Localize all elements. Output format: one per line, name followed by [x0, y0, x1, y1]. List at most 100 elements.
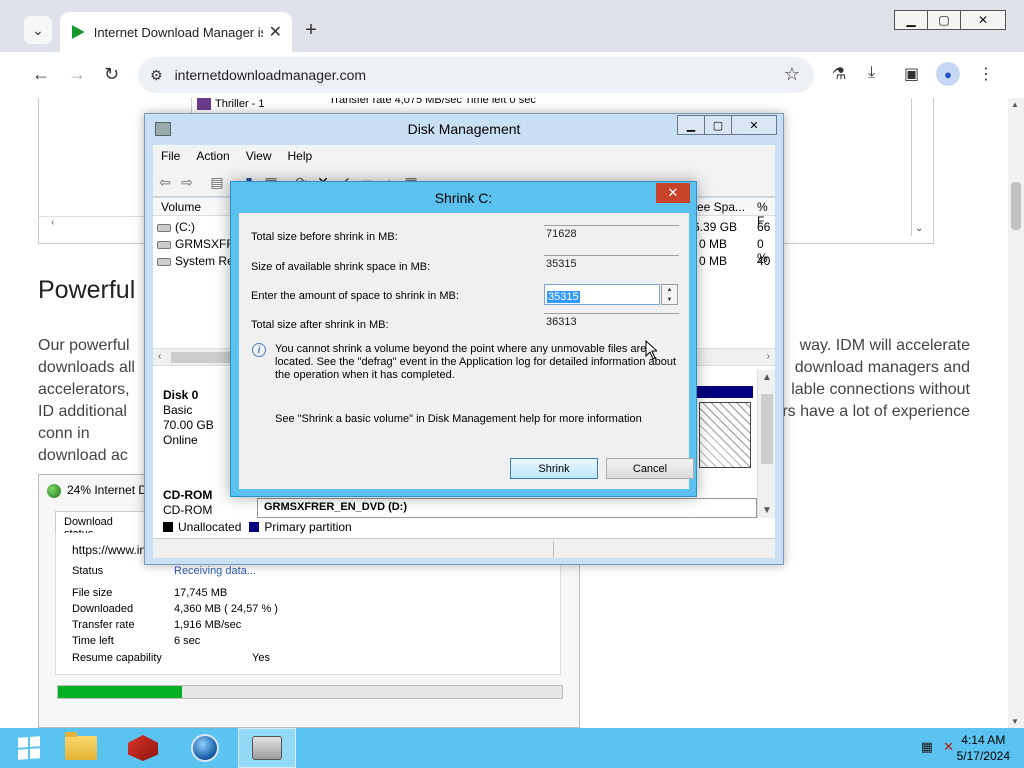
info-icon: i	[252, 343, 266, 357]
profile-avatar[interactable]: ●	[936, 62, 960, 86]
available-value: 35315	[544, 255, 679, 275]
partition-legend: Unallocated Primary partition	[157, 520, 352, 534]
taskbar-disk-management[interactable]	[238, 728, 296, 768]
total-before-value: 71628	[544, 225, 679, 245]
shrink-help-text: See "Shrink a basic volume" in Disk Mana…	[275, 413, 642, 425]
drive-icon	[157, 240, 171, 249]
shrink-title: Shrink C:	[434, 190, 493, 206]
minimize-button[interactable]: ▁	[894, 10, 928, 30]
primary-partition-bar[interactable]	[695, 386, 753, 398]
clock-date: 5/17/2024	[956, 749, 1010, 763]
shrink-amount-input[interactable]: 35315	[544, 284, 660, 305]
dm-close-button[interactable]: ✕	[731, 115, 777, 135]
site-info-icon[interactable]: ⚙	[150, 67, 163, 84]
idm-row-status: Status Receiving data...	[72, 565, 256, 577]
idm-progress-bar	[57, 685, 563, 699]
spin-down-icon[interactable]: ▼	[662, 295, 677, 305]
back-arrow-icon[interactable]: ⇦	[157, 174, 173, 190]
shrink-button[interactable]: Shrink	[510, 458, 598, 479]
menu-file[interactable]: File	[161, 149, 180, 163]
spin-up-icon[interactable]: ▲	[662, 285, 677, 295]
start-button[interactable]	[0, 728, 58, 768]
close-window-button[interactable]: ✕	[960, 10, 1006, 30]
drive-icon	[157, 223, 171, 232]
screenshot-vscroll: ⌄	[911, 98, 927, 236]
close-icon: ✕	[667, 185, 679, 200]
tab-search-button[interactable]: ⌄	[24, 16, 52, 44]
drive-icon	[157, 257, 171, 266]
taskbar-clock[interactable]: 4:14 AM 5/17/2024	[957, 732, 1010, 764]
volume-row[interactable]: (C:)	[157, 220, 195, 234]
browser-chrome: ⌄ Internet Download Manager is ✕ + ▁ ▢ ✕…	[0, 0, 1024, 98]
column-free-space[interactable]: ree Spa...	[693, 200, 745, 214]
disk0-name: Disk 0	[163, 388, 199, 402]
browser-tab[interactable]: Internet Download Manager is ✕	[60, 12, 292, 52]
column-volume[interactable]: Volume	[161, 200, 201, 214]
disk-vscroll[interactable]: ▲ ▼	[757, 370, 775, 518]
idm-url: https://www.in	[72, 543, 147, 557]
menu-kebab-icon[interactable]: ⋮	[978, 64, 994, 84]
volume-row[interactable]: System Res	[157, 254, 240, 268]
paragraph-left: Our powerful downloads all accelerators,…	[38, 337, 135, 464]
bookmark-star-icon[interactable]: ☆	[784, 64, 800, 85]
thriller-item: Thriller - 1	[197, 98, 265, 111]
section-heading: Powerful	[38, 276, 136, 304]
taskbar-server-manager[interactable]	[114, 728, 172, 768]
console-tree-icon[interactable]: ▤	[209, 174, 225, 190]
system-tray: ▦ ✕	[911, 739, 954, 755]
disk-management-icon	[252, 736, 282, 760]
forward-arrow-icon[interactable]: ⇨	[179, 174, 195, 190]
idm-play-icon	[71, 25, 85, 39]
side-panel-icon[interactable]: ▣	[904, 64, 919, 84]
dm-maximize-button[interactable]: ▢	[704, 115, 732, 135]
primary-swatch	[249, 522, 260, 532]
taskbar-browser[interactable]	[176, 728, 234, 768]
dm-window-controls: ▁ ▢ ✕	[677, 115, 777, 135]
download-icon[interactable]: ⤓	[868, 64, 875, 82]
shrink-info-text: You cannot shrink a volume beyond the po…	[275, 343, 677, 381]
taskbar: ▦ ✕ 4:14 AM 5/17/2024	[0, 728, 1024, 768]
tab-close-icon[interactable]: ✕	[269, 22, 282, 42]
cancel-button[interactable]: Cancel	[606, 458, 694, 479]
maximize-button[interactable]: ▢	[927, 10, 961, 30]
window-controls: ▁ ▢ ✕	[894, 10, 1006, 30]
cdrom-volume[interactable]: GRMSXFRER_EN_DVD (D:)	[257, 498, 757, 518]
menu-view[interactable]: View	[246, 149, 272, 163]
person-icon: ●	[944, 66, 952, 82]
page-scroll-thumb[interactable]	[1011, 182, 1021, 230]
idm-row-transfer-rate: Transfer rate 1,916 MB/sec	[72, 619, 242, 631]
tab-download-status[interactable]: Download status	[55, 511, 149, 540]
volume-muted-icon[interactable]: ✕	[943, 739, 954, 755]
network-icon[interactable]: ▦	[921, 739, 933, 755]
dm-minimize-button[interactable]: ▁	[677, 115, 705, 135]
idm-globe-icon	[47, 483, 61, 498]
tab-strip: ⌄ Internet Download Manager is ✕ + ▁ ▢ ✕	[0, 0, 1024, 52]
back-arrow-icon[interactable]: ←	[32, 64, 50, 85]
total-before-label: Total size before shrink in MB:	[251, 231, 398, 243]
album-icon	[197, 98, 211, 111]
taskbar-file-explorer[interactable]	[52, 728, 110, 768]
browser-globe-icon	[191, 734, 219, 762]
total-after-value: 36313	[544, 313, 679, 333]
forward-arrow-icon[interactable]: →	[68, 64, 86, 85]
folder-icon	[65, 732, 97, 760]
vscroll-thumb[interactable]	[761, 394, 773, 464]
shrink-close-button[interactable]: ✕	[656, 183, 690, 203]
menu-help[interactable]: Help	[288, 149, 313, 163]
address-bar[interactable]: ⚙ internetdownloadmanager.com ☆	[138, 57, 814, 93]
hscroll-thumb[interactable]	[171, 352, 231, 363]
menu-action[interactable]: Action	[196, 149, 229, 163]
shrink-amount-spinner[interactable]: ▲ ▼	[661, 284, 678, 305]
server-manager-icon	[128, 735, 158, 761]
selected-partition[interactable]	[699, 402, 751, 468]
page-scrollbar[interactable]: ▲ ▼	[1008, 98, 1024, 728]
cdrom-label[interactable]: CD-ROM CD-ROM	[163, 488, 212, 518]
reload-icon[interactable]: ↻	[104, 64, 119, 85]
new-tab-button[interactable]: +	[300, 20, 322, 42]
idm-row-resume: Resume capability Yes	[72, 652, 270, 664]
paragraph-right: way. IDM will accelerate download manage…	[782, 337, 970, 420]
labs-flask-icon[interactable]: ⚗	[832, 64, 846, 84]
chevron-down-icon: ⌄	[32, 21, 44, 38]
address-url: internetdownloadmanager.com	[174, 67, 367, 83]
disk0-label[interactable]: Disk 0 Basic 70.00 GB Online	[163, 388, 214, 448]
